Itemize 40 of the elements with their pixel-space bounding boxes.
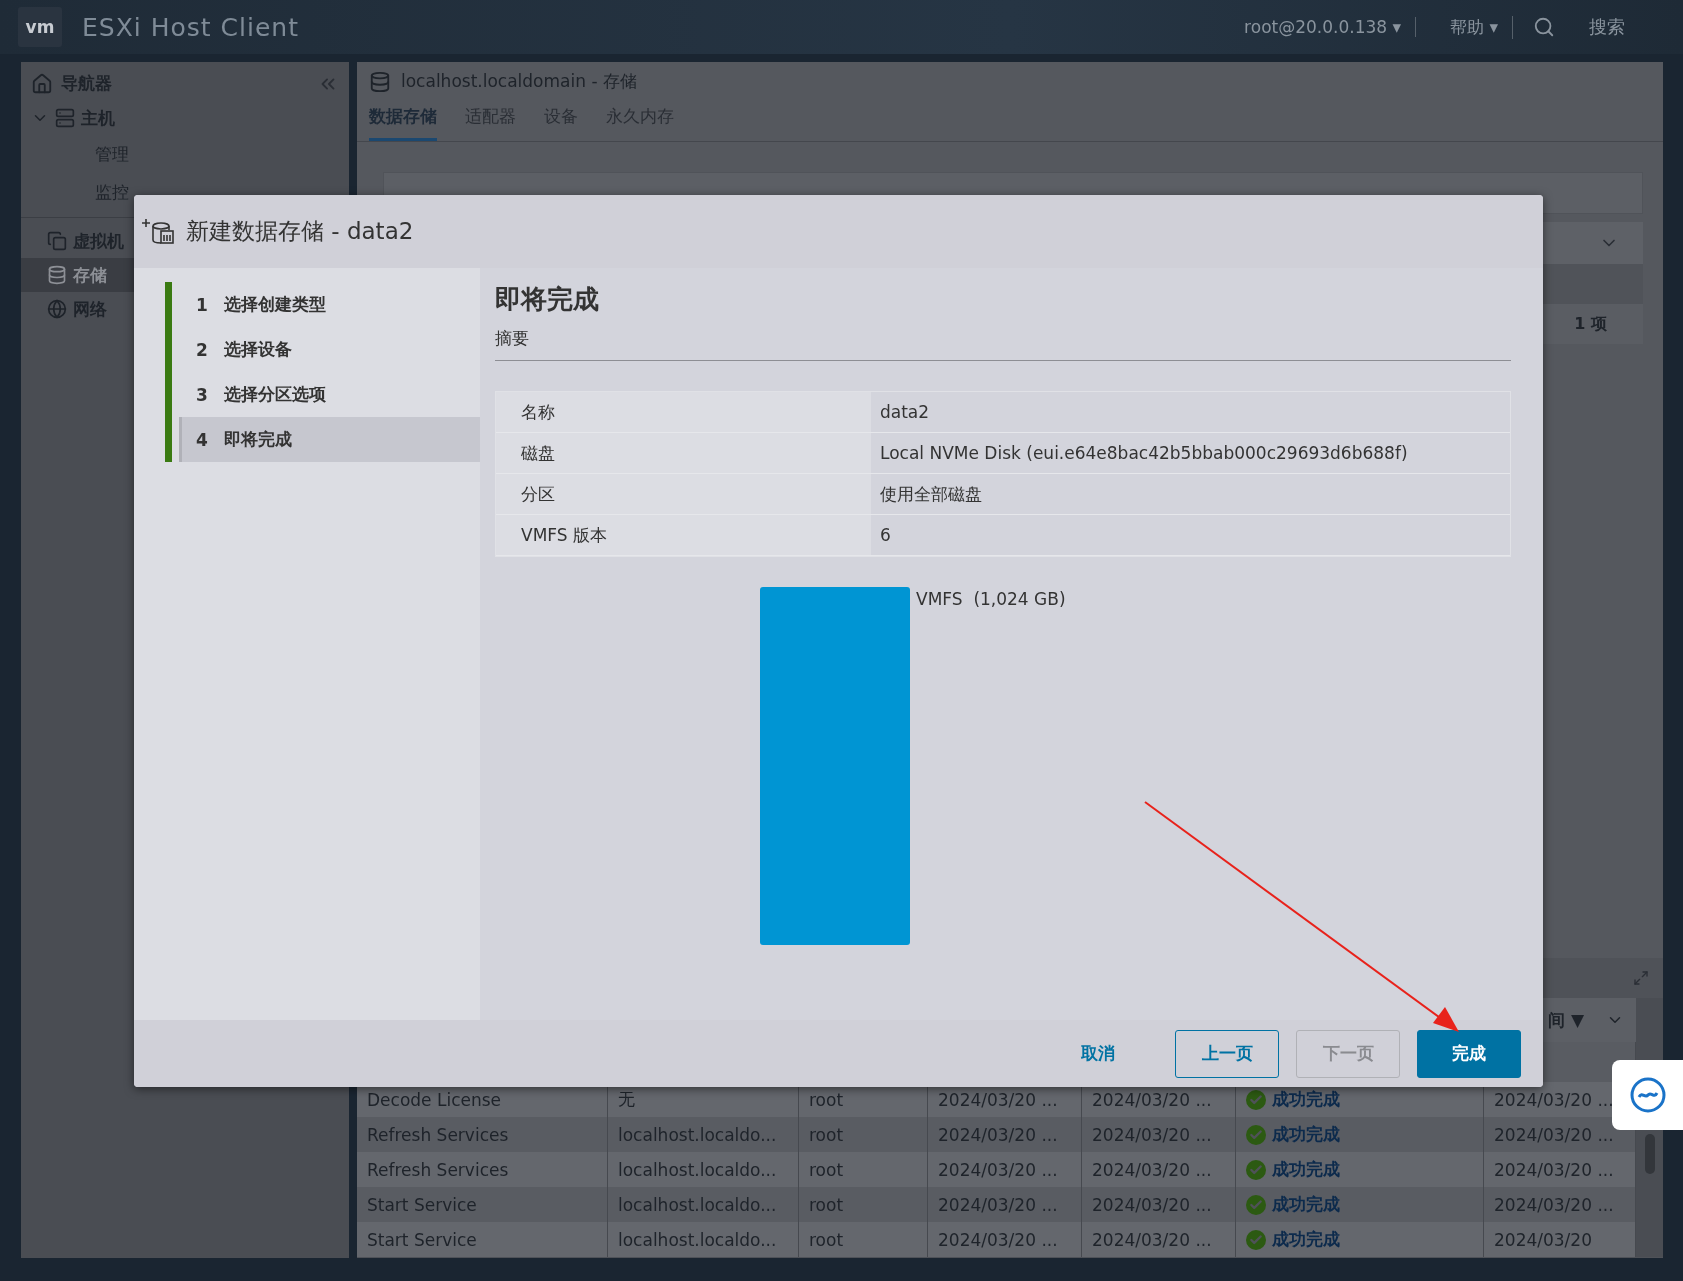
table-cell: root — [799, 1117, 928, 1152]
table-cell: Start Service — [357, 1187, 608, 1222]
table-cell: 2024/03/20 ... — [928, 1152, 1082, 1187]
table-cell: 2024/03/20 ... — [928, 1222, 1082, 1257]
table-cell: 2024/03/20 — [1484, 1222, 1636, 1257]
table-cell: root — [799, 1222, 928, 1257]
table-cell: localhost.localdo... — [608, 1222, 799, 1257]
partition-label: VMFS (1,024 GB) — [916, 589, 1066, 611]
status-text: 成功完成 — [1272, 1158, 1340, 1181]
status-text: 成功完成 — [1272, 1123, 1340, 1146]
table-cell: Refresh Services — [357, 1117, 608, 1152]
table-cell: localhost.localdo... — [608, 1187, 799, 1222]
step-heading: 即将完成 — [495, 283, 600, 316]
status-text: 成功完成 — [1272, 1228, 1340, 1251]
summary-key: 名称 — [496, 392, 871, 433]
table-cell: Start Service — [357, 1222, 608, 1257]
table-cell: 2024/03/20 ... — [1484, 1152, 1636, 1187]
table-cell: root — [799, 1187, 928, 1222]
status-text: 成功完成 — [1272, 1088, 1340, 1111]
table-cell: localhost.localdo... — [608, 1117, 799, 1152]
item-count: 1 项 — [1574, 313, 1607, 335]
table-cell: 2024/03/20 ... — [1082, 1152, 1236, 1187]
dialog-title: 新建数据存储 - data2 — [186, 217, 414, 246]
table-cell: localhost.localdo... — [608, 1152, 799, 1187]
summary-key: 磁盘 — [496, 433, 871, 474]
section-label: 摘要 — [495, 317, 1511, 361]
summary-key: 分区 — [496, 474, 871, 515]
status-text: 成功完成 — [1272, 1193, 1340, 1216]
vm-logo: vm — [18, 7, 62, 47]
table-cell: 2024/03/20 ... — [928, 1117, 1082, 1152]
table-cell: 2024/03/20 ... — [928, 1187, 1082, 1222]
table-cell: 2024/03/20 ... — [1484, 1187, 1636, 1222]
table-cell: 2024/03/20 ... — [1082, 1222, 1236, 1257]
table-cell: 2024/03/20 ... — [1082, 1117, 1236, 1152]
table-cell: root — [799, 1152, 928, 1187]
table-cell: Refresh Services — [357, 1152, 608, 1187]
summary-key: VMFS 版本 — [496, 515, 871, 556]
product-title: ESXi Host Client — [82, 12, 300, 42]
table-cell: 2024/03/20 ... — [1082, 1187, 1236, 1222]
table-cell: 2024/03/20 ... — [1484, 1117, 1636, 1152]
